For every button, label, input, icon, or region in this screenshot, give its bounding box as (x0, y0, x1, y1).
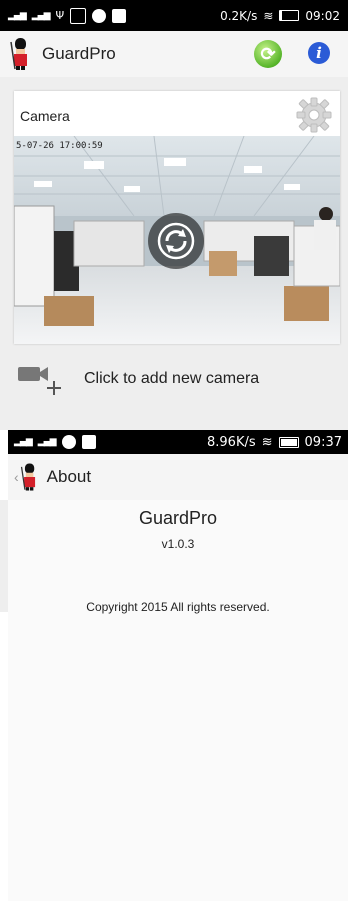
camera-reload-button[interactable] (148, 213, 204, 269)
about-content: GuardPro v1.0.3 Copyright 2015 All right… (8, 500, 348, 901)
status-bar-top: ▂▄▆ ▂▄▆ Ψ 0.2K/s ≋ 09:02 (0, 0, 348, 31)
camera-timestamp: 5-07-26 17:00:59 (16, 141, 103, 151)
main-app-bar: GuardPro ⟳ i (0, 31, 348, 77)
about-copyright: Copyright 2015 All rights reserved. (86, 600, 270, 614)
clock: 09:02 (305, 8, 340, 23)
reload-icon (157, 222, 195, 260)
about-app-name: GuardPro (138, 508, 218, 528)
add-camera-row[interactable]: Click to add new camera (0, 355, 348, 403)
camera-name: Camera (20, 108, 70, 124)
network-speed: 0.2K/s (220, 8, 258, 23)
guardpro-logo-icon (10, 38, 27, 70)
wifi-icon: ≋ (263, 8, 274, 23)
guardpro-logo-icon[interactable] (19, 463, 41, 491)
status-bar-about: ▂▄▆ ▂▄▆ 8.96K/s ≋ 09:37 (8, 430, 348, 454)
info-button[interactable]: i (308, 42, 330, 64)
add-camera-icon (18, 367, 61, 395)
camera-feed[interactable]: 5-07-26 17:00:59 (14, 136, 340, 344)
refresh-icon: ⟳ (260, 43, 276, 64)
add-camera-label: Click to add new camera (84, 370, 260, 387)
about-version: v1.0.3 (161, 537, 195, 551)
usb-icon: Ψ (55, 9, 65, 22)
signal-icon-2: ▂▄▆ (37, 437, 57, 447)
battery-icon (278, 436, 299, 448)
clock: 09:37 (304, 434, 342, 450)
signal-icon-2: ▂▄▆ (31, 10, 51, 21)
signal-icon: ▂▄▆ (14, 437, 33, 447)
refresh-button[interactable]: ⟳ (254, 40, 282, 68)
background-screen-edge (0, 500, 8, 612)
camera-card[interactable]: Camera 5-07-26 17:00:59 (14, 91, 340, 344)
image-notification-icon (70, 7, 87, 24)
guardpro-notification-icon (112, 8, 127, 23)
about-app-bar: ‹ About (8, 454, 348, 500)
app-notification-icon (61, 435, 76, 449)
network-speed: 8.96K/s (207, 434, 256, 450)
signal-icon: ▂▄▆ (8, 10, 27, 21)
guardpro-notification-icon (81, 435, 96, 449)
camera-settings-gear-icon[interactable] (295, 96, 333, 134)
app-title: GuardPro (42, 44, 116, 63)
info-icon: i (316, 44, 322, 62)
app-notification-icon (92, 8, 107, 23)
about-title: About (46, 467, 92, 486)
wifi-icon: ≋ (261, 434, 273, 450)
battery-icon (279, 10, 300, 21)
